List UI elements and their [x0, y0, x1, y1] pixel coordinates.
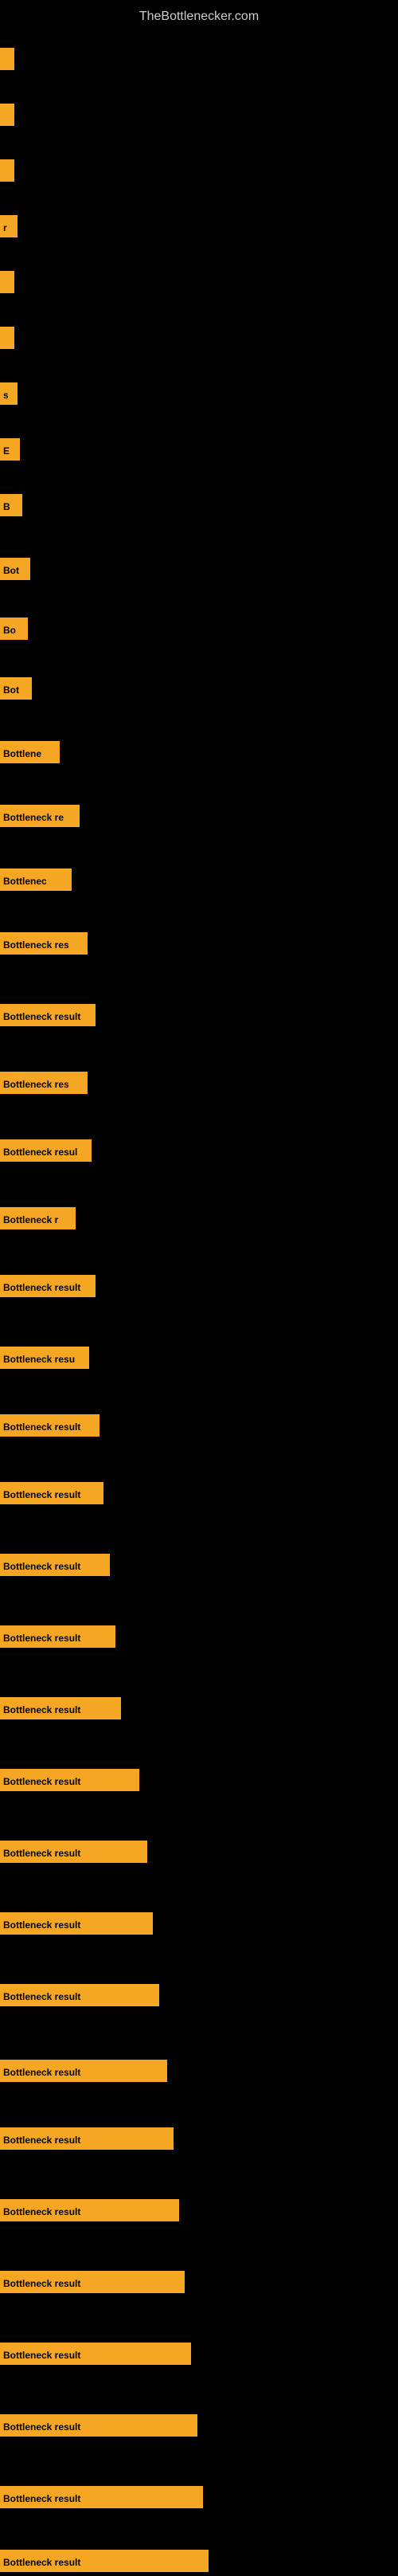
bar-label: Bottleneck res: [0, 932, 88, 955]
bar-label: Bottlene: [0, 741, 60, 763]
bar-label: Bottleneck result: [0, 2199, 179, 2221]
bar-item: Bottleneck result: [0, 1841, 147, 1867]
bar-label: [0, 48, 14, 70]
bar-label: Bottleneck r: [0, 1207, 76, 1229]
bar-item: Bottleneck result: [0, 1912, 153, 1939]
bar-label: Bottleneck result: [0, 1414, 100, 1437]
bar-label: Bot: [0, 677, 32, 700]
bar-item: Bottleneck resul: [0, 1139, 92, 1166]
bar-label: Bottleneck result: [0, 2343, 191, 2365]
bar-item: [0, 159, 14, 186]
bar-label: Bottleneck res: [0, 1072, 88, 1094]
bar-label: Bottleneck result: [0, 2271, 185, 2293]
bar-label: Bottleneck result: [0, 1984, 159, 2006]
bar-item: Bottlene: [0, 741, 60, 767]
bar-item: Bottleneck result: [0, 1625, 115, 1652]
bar-label: Bottleneck result: [0, 2414, 197, 2437]
bar-label: Bottleneck result: [0, 1275, 96, 1297]
bar-item: Bottleneck resu: [0, 1347, 89, 1373]
bar-label: Bottleneck resu: [0, 1347, 89, 1369]
bar-item: [0, 327, 14, 353]
bar-label: Bottlenec: [0, 868, 72, 891]
bar-item: Bottlenec: [0, 868, 72, 895]
bar-item: Bottleneck result: [0, 1769, 139, 1795]
bar-label: Bottleneck result: [0, 2486, 203, 2508]
bar-label: Bottleneck result: [0, 2550, 209, 2572]
bar-label: Bottleneck result: [0, 1697, 121, 1719]
bar-item: B: [0, 494, 22, 520]
bar-item: Bottleneck result: [0, 2414, 197, 2441]
bar-item: Bottleneck result: [0, 2060, 167, 2086]
bar-item: Bottleneck result: [0, 1414, 100, 1441]
bar-label: Bottleneck re: [0, 805, 80, 827]
bar-label: s: [0, 382, 18, 405]
bar-item: s: [0, 382, 18, 409]
bar-label: r: [0, 215, 18, 237]
bar-item: Bottleneck result: [0, 2550, 209, 2576]
bar-item: Bottleneck result: [0, 1554, 110, 1580]
bar-label: Bottleneck resul: [0, 1139, 92, 1162]
bar-label: [0, 327, 14, 349]
bar-item: Bot: [0, 558, 30, 584]
bar-label: Bottleneck result: [0, 1769, 139, 1791]
bar-item: Bottleneck result: [0, 2199, 179, 2225]
bar-item: Bo: [0, 618, 28, 644]
bar-label: Bottleneck result: [0, 1841, 147, 1863]
bar-label: [0, 104, 14, 126]
site-title: TheBottlenecker.com: [0, 3, 398, 30]
bar-item: Bottleneck res: [0, 932, 88, 959]
bar-label: Bottleneck result: [0, 1482, 103, 1504]
bar-label: B: [0, 494, 22, 516]
bar-item: Bottleneck result: [0, 1275, 96, 1301]
bar-item: Bottleneck res: [0, 1072, 88, 1098]
bar-label: [0, 271, 14, 293]
bar-item: Bottleneck result: [0, 1004, 96, 1030]
bar-label: Bottleneck result: [0, 1554, 110, 1576]
bar-item: Bottleneck r: [0, 1207, 76, 1233]
bar-item: Bottleneck result: [0, 2271, 185, 2297]
bar-item: Bottleneck result: [0, 1482, 103, 1508]
bar-label: Bottleneck result: [0, 1625, 115, 1648]
bar-label: E: [0, 438, 20, 461]
bar-item: [0, 271, 14, 297]
bar-label: Bottleneck result: [0, 1912, 153, 1935]
bar-item: Bottleneck result: [0, 1984, 159, 2010]
bar-label: Bottleneck result: [0, 1004, 96, 1026]
bar-item: Bottleneck result: [0, 2343, 191, 2369]
bar-label: Bot: [0, 558, 30, 580]
bar-label: Bottleneck result: [0, 2127, 174, 2150]
bar-label: [0, 159, 14, 182]
bar-item: Bot: [0, 677, 32, 704]
bar-label: Bottleneck result: [0, 2060, 167, 2082]
bar-item: E: [0, 438, 20, 465]
bar-item: Bottleneck result: [0, 2486, 203, 2512]
bar-item: [0, 104, 14, 130]
bar-item: [0, 48, 14, 74]
bar-item: r: [0, 215, 18, 241]
bar-item: Bottleneck result: [0, 1697, 121, 1723]
bar-item: Bottleneck result: [0, 2127, 174, 2154]
bar-item: Bottleneck re: [0, 805, 80, 831]
bar-label: Bo: [0, 618, 28, 640]
